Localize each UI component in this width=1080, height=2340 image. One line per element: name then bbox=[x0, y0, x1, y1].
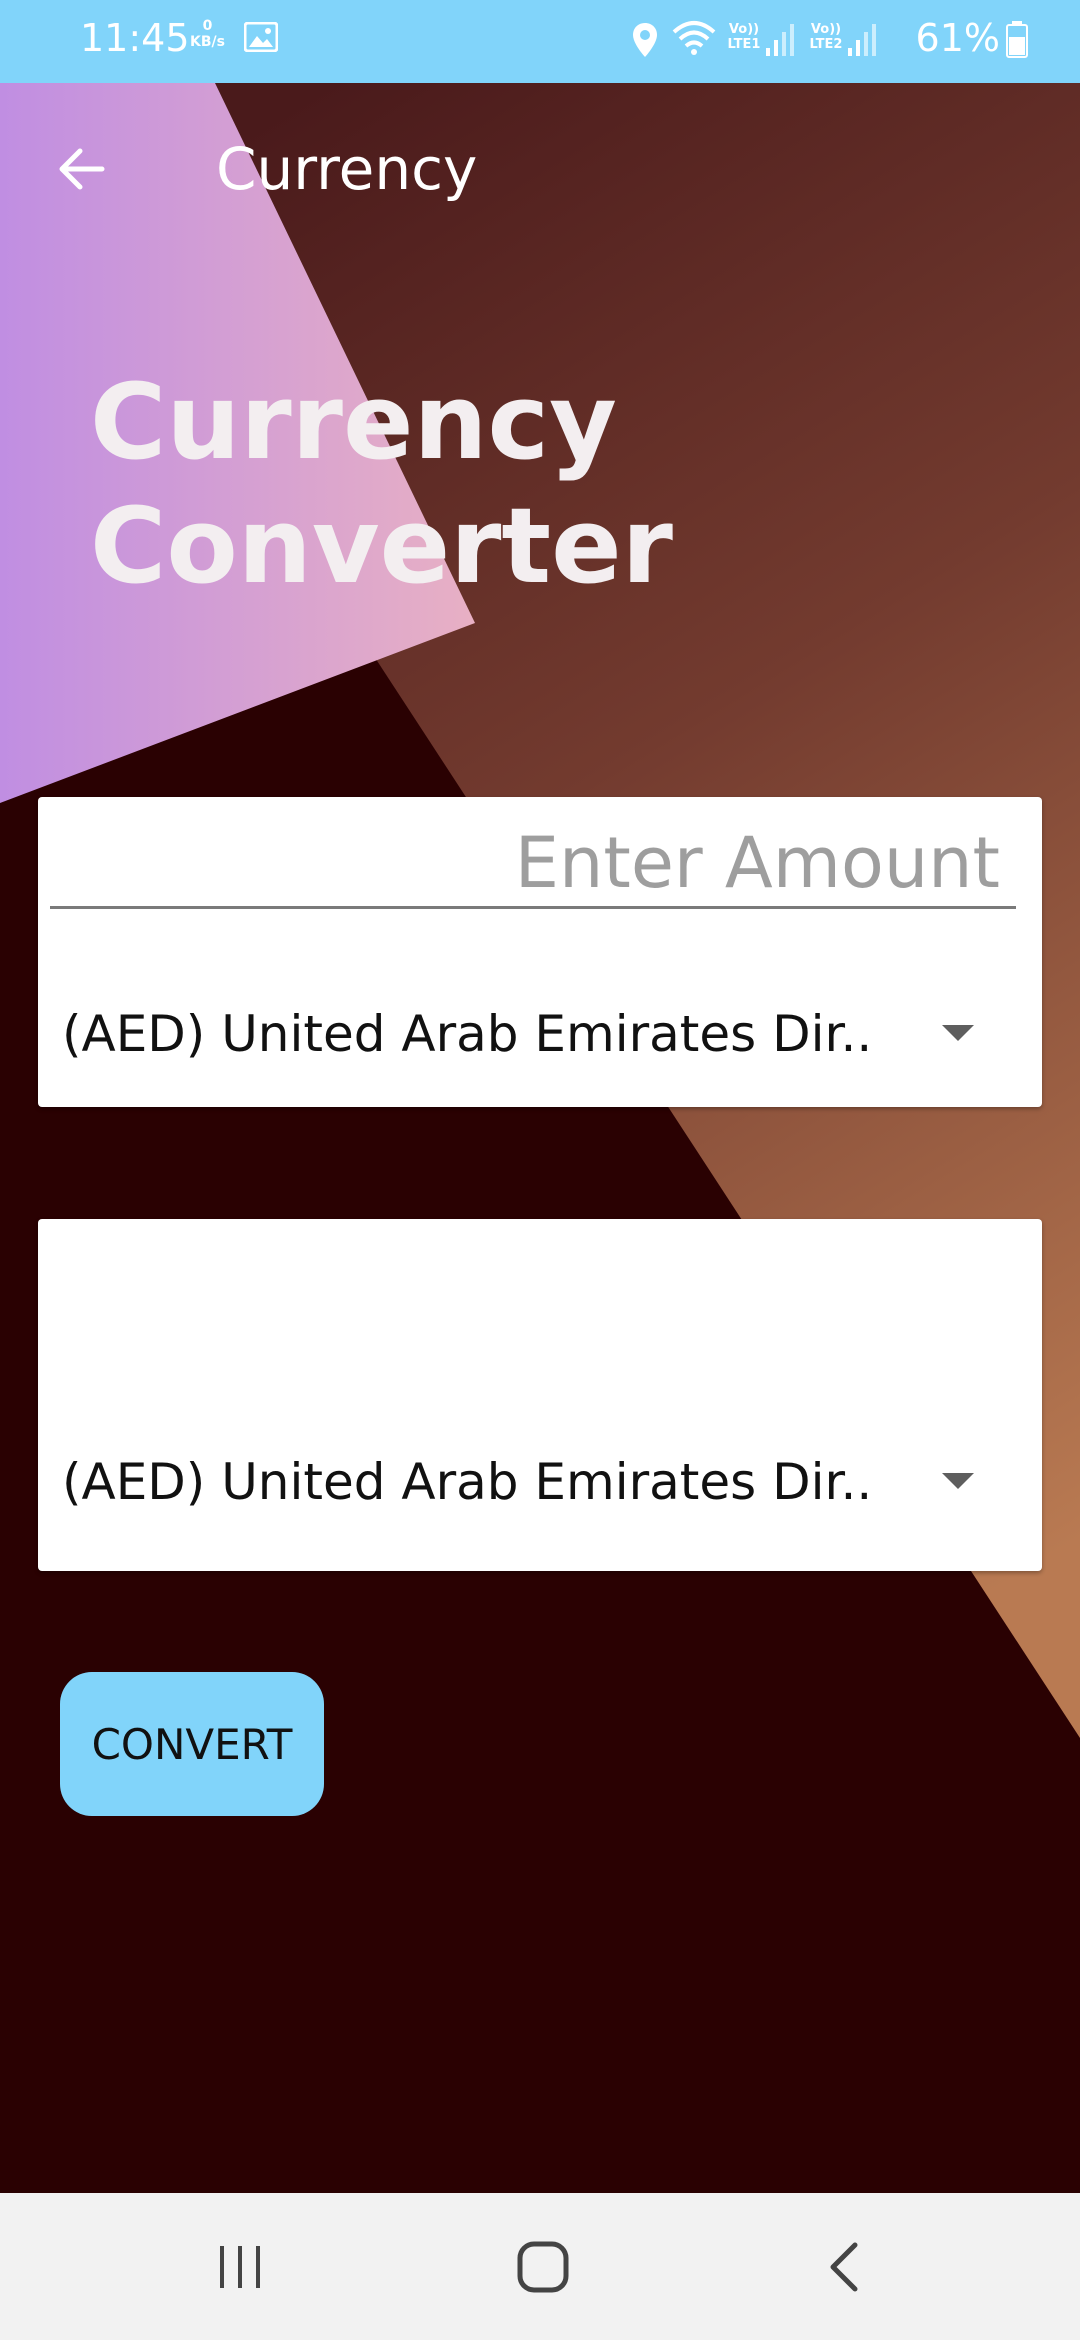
from-currency-card: (AED) United Arab Emirates Dir.. bbox=[38, 797, 1042, 1107]
net-speed: 0 KB/s bbox=[190, 18, 225, 50]
chevron-left-icon[interactable] bbox=[785, 2193, 905, 2340]
to-currency-card: (AED) United Arab Emirates Dir.. bbox=[38, 1219, 1042, 1571]
system-nav-bar bbox=[0, 2193, 1080, 2340]
status-icons: Vo)) LTE1 Vo)) LTE2 61% bbox=[600, 0, 1080, 83]
triangle-down-icon bbox=[942, 1473, 974, 1489]
from-currency-selected: (AED) United Arab Emirates Dir.. bbox=[62, 1005, 873, 1063]
arrow-left-icon[interactable] bbox=[52, 139, 112, 199]
app-bar-title: Currency bbox=[216, 135, 478, 203]
signal-icon-sim2 bbox=[848, 24, 876, 56]
status-time: 11:45 bbox=[80, 16, 190, 60]
hero-title: Currency Converter bbox=[90, 360, 790, 608]
convert-button[interactable]: CONVERT bbox=[60, 1672, 324, 1816]
battery-icon bbox=[1006, 21, 1028, 58]
sim1-label: Vo)) LTE1 bbox=[727, 22, 761, 52]
to-currency-selected: (AED) United Arab Emirates Dir.. bbox=[62, 1453, 873, 1511]
converted-result bbox=[62, 1259, 1012, 1379]
triangle-down-icon bbox=[942, 1025, 974, 1041]
battery-percent: 61% bbox=[915, 16, 1000, 60]
gallery-notification-icon bbox=[244, 22, 278, 52]
hero-title-line2: Converter bbox=[90, 485, 673, 607]
amount-input[interactable] bbox=[50, 827, 1016, 909]
signal-icon-sim1 bbox=[766, 24, 794, 56]
to-currency-dropdown[interactable]: (AED) United Arab Emirates Dir.. bbox=[38, 1435, 1042, 1525]
net-speed-unit: KB/s bbox=[190, 34, 225, 50]
net-speed-value: 0 bbox=[202, 18, 213, 34]
hero-title-line1: Currency bbox=[90, 361, 617, 483]
app-bar: Currency bbox=[0, 83, 1080, 253]
location-icon bbox=[633, 23, 657, 57]
status-bar: 11:45 0 KB/s Vo)) LTE1 Vo)) LTE2 61% bbox=[0, 0, 1080, 83]
home-icon[interactable] bbox=[483, 2193, 603, 2340]
wifi-icon bbox=[672, 21, 716, 55]
recents-icon[interactable] bbox=[180, 2193, 300, 2340]
from-currency-dropdown[interactable]: (AED) United Arab Emirates Dir.. bbox=[38, 987, 1042, 1077]
sim2-label: Vo)) LTE2 bbox=[809, 22, 843, 52]
